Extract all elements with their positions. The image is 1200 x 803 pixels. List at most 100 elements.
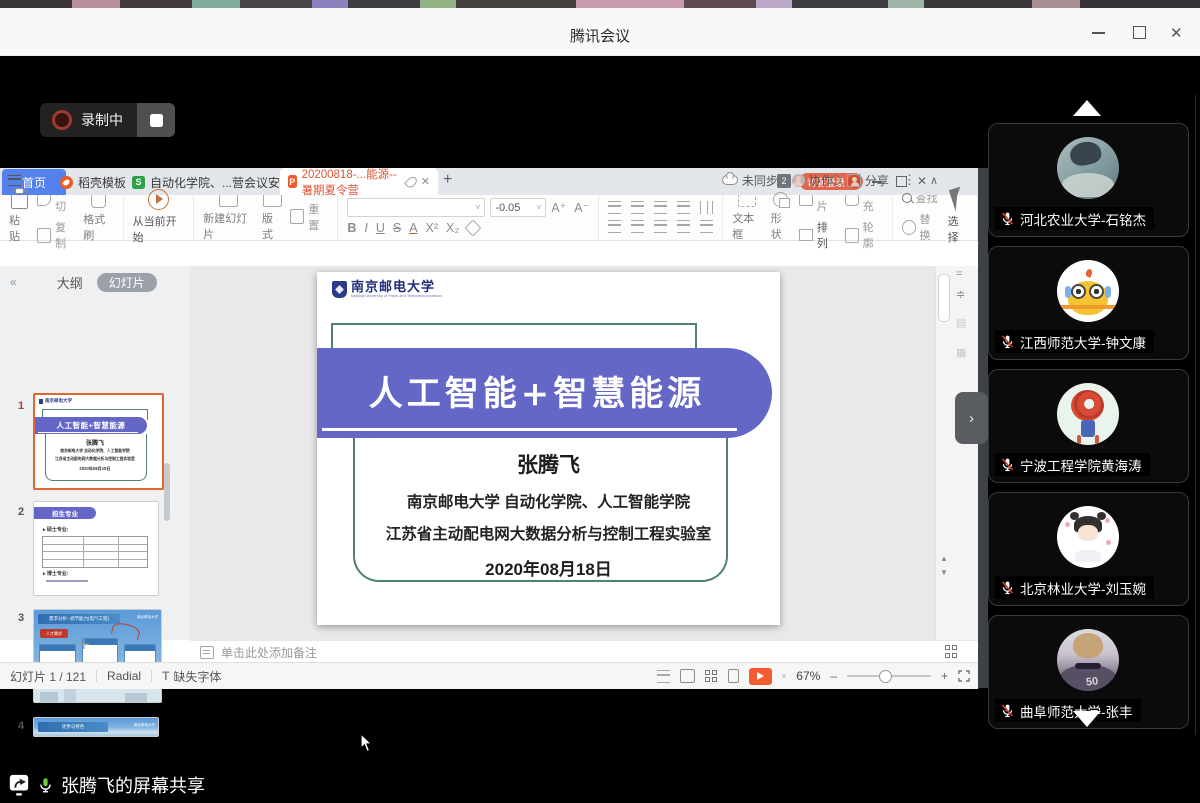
- selection-pane-icon[interactable]: ▦: [956, 346, 966, 359]
- zoom-slider[interactable]: [847, 675, 931, 677]
- number-list-icon[interactable]: [631, 201, 644, 214]
- copy-button[interactable]: 复制: [37, 219, 75, 251]
- select-button[interactable]: 选择: [948, 188, 968, 245]
- zoom-knob[interactable]: [879, 670, 892, 683]
- line-spacing-icon[interactable]: [700, 220, 713, 233]
- outline-tab[interactable]: 大纲: [57, 273, 83, 292]
- text-direction-icon[interactable]: [700, 201, 713, 214]
- slideshow-play-button[interactable]: [749, 668, 772, 685]
- participant-tile[interactable]: 宁波工程学院黄海涛: [988, 369, 1189, 483]
- pin-icon[interactable]: [404, 174, 419, 189]
- reading-view-icon[interactable]: [728, 669, 739, 683]
- normal-view-icon[interactable]: [680, 669, 695, 683]
- slides-tab[interactable]: 幻灯片: [97, 273, 157, 292]
- panel-scrollbar[interactable]: [164, 463, 170, 521]
- scroll-up-arrow[interactable]: [1073, 100, 1101, 116]
- notes-bar[interactable]: 单击此处添加备注: [190, 640, 978, 663]
- layout-button[interactable]: 版式: [262, 192, 282, 242]
- grid-view-icon[interactable]: [945, 645, 958, 658]
- participant-tile[interactable]: 江西师范大学-钟文康: [988, 246, 1189, 360]
- bullet-list-icon[interactable]: [608, 201, 621, 214]
- decrease-font-button[interactable]: A⁻: [574, 200, 589, 215]
- tab-active-label: 20200818-...能源--暑期夏令营: [302, 166, 403, 198]
- font-group: ˅ -0.05˅ A⁺ A⁻ B I U S A X² X₂: [338, 193, 599, 240]
- textbox-button[interactable]: 文本框: [732, 192, 762, 242]
- more-menu-icon[interactable]: ⋮: [903, 172, 916, 188]
- univ-shield-icon: [332, 281, 347, 298]
- notes-toggle-icon[interactable]: [657, 670, 670, 683]
- play-from-current-button[interactable]: 从当前开始: [133, 189, 184, 245]
- shapes-label: 形状: [771, 210, 791, 242]
- participant-label: 曲阜师范大学-张丰: [995, 699, 1141, 722]
- underline-button[interactable]: U: [376, 221, 385, 235]
- italic-button[interactable]: I: [364, 221, 367, 235]
- tab-close-icon[interactable]: ✕: [421, 175, 430, 188]
- slide-canvas[interactable]: 南京邮电大学 Nanjing University of Posts and T…: [317, 272, 780, 625]
- properties-panel-icon[interactable]: ≑: [956, 288, 965, 301]
- slide-thumbnail-2[interactable]: 招生专业 ▸ 硕士专业: ▸ 博士专业:: [33, 501, 159, 596]
- vertical-scrollbar[interactable]: [938, 274, 950, 322]
- participant-tile[interactable]: 北京林业大学-刘玉婉: [988, 492, 1189, 606]
- insert-group: 文本框 形状 图片 排列 填充 轮廓: [723, 193, 892, 240]
- close-icon[interactable]: ✕: [1170, 24, 1183, 42]
- new-tab-button[interactable]: +: [443, 171, 452, 189]
- increase-font-button[interactable]: A⁺: [551, 200, 566, 215]
- tab-active-presentation[interactable]: P 20200818-...能源--暑期夏令营 ✕: [280, 168, 438, 195]
- paste-button[interactable]: 粘贴: [9, 190, 29, 244]
- superscript-button[interactable]: X²: [426, 221, 439, 235]
- format-painter-button[interactable]: 格式刷: [83, 191, 113, 243]
- stop-recording-button[interactable]: [137, 103, 175, 137]
- add-slide-button[interactable]: +: [78, 634, 90, 657]
- align-right-icon[interactable]: [654, 220, 667, 233]
- sorter-view-icon[interactable]: [705, 670, 718, 683]
- maximize-button[interactable]: [1133, 26, 1146, 39]
- collapse-ribbon-icon[interactable]: ∧: [930, 174, 938, 187]
- panel-expand-handle[interactable]: ›: [955, 392, 988, 444]
- missing-font-label[interactable]: 缺失字体: [173, 668, 221, 685]
- subscript-button[interactable]: X₂: [446, 221, 459, 235]
- mini-sub2: ▸ 博士专业:: [43, 570, 69, 577]
- share-button[interactable]: 分享: [847, 172, 889, 189]
- strikethrough-button[interactable]: S: [393, 221, 401, 235]
- font-family-combo[interactable]: ˅: [347, 198, 485, 217]
- justify-icon[interactable]: [677, 220, 690, 233]
- font-color-button[interactable]: A: [409, 221, 417, 235]
- slide-thumbnail-4[interactable]: 优势与特色 南京邮电大学: [33, 717, 159, 737]
- align-left-icon[interactable]: [608, 220, 621, 233]
- panel-collapse-icon[interactable]: «: [10, 275, 17, 289]
- slide-canvas-area: 南京邮电大学 Nanjing University of Posts and T…: [190, 266, 935, 640]
- prev-slide-icon[interactable]: ▲: [940, 554, 948, 563]
- theme-name[interactable]: Radial: [107, 669, 141, 683]
- collaborate-button[interactable]: 协作: [792, 172, 833, 189]
- indent-decrease-icon[interactable]: [654, 201, 667, 214]
- participant-tile[interactable]: 河北农业大学-石铭杰: [988, 123, 1189, 237]
- outline-button[interactable]: 轮廓: [845, 219, 883, 251]
- screen-share-status: 张腾飞的屏幕共享: [8, 772, 205, 798]
- mic-muted-icon: [1000, 457, 1015, 472]
- avatar-girl-cartoon: [1057, 506, 1119, 568]
- font-size-combo[interactable]: -0.05˅: [490, 198, 546, 217]
- fit-screen-icon[interactable]: [958, 670, 970, 682]
- align-center-icon[interactable]: [631, 220, 644, 233]
- reset-button[interactable]: 重置: [290, 201, 328, 233]
- new-slide-button[interactable]: 新建幻灯片: [203, 192, 254, 242]
- zoom-percent[interactable]: 67%: [796, 669, 820, 683]
- play-caret-icon[interactable]: ˅: [782, 672, 787, 681]
- bold-button[interactable]: B: [347, 221, 356, 235]
- ruler-toggle-icon[interactable]: =: [956, 268, 962, 280]
- zoom-out-icon[interactable]: –: [830, 669, 837, 683]
- slide-thumbnail-1[interactable]: 南京邮电大学 人工智能+智慧能源 张腾飞 南京邮电大学 自动化学院、人工智能学院…: [33, 393, 164, 490]
- shapes-button[interactable]: 形状: [771, 192, 791, 242]
- sync-status[interactable]: 未同步: [722, 172, 778, 189]
- scroll-down-arrow[interactable]: [1073, 711, 1101, 727]
- animation-pane-icon[interactable]: ▤: [956, 316, 966, 329]
- replace-button[interactable]: 替换: [902, 211, 940, 243]
- font-size-value: -0.05: [495, 202, 520, 214]
- minimize-button[interactable]: [1092, 32, 1105, 34]
- next-slide-icon[interactable]: ▼: [940, 568, 948, 577]
- zoom-in-icon[interactable]: +: [941, 669, 948, 683]
- indent-increase-icon[interactable]: [677, 201, 690, 214]
- clear-format-icon[interactable]: [465, 220, 482, 237]
- arrange-button[interactable]: 排列: [799, 219, 837, 251]
- tab-docer[interactable]: 稻壳模板: [52, 169, 134, 195]
